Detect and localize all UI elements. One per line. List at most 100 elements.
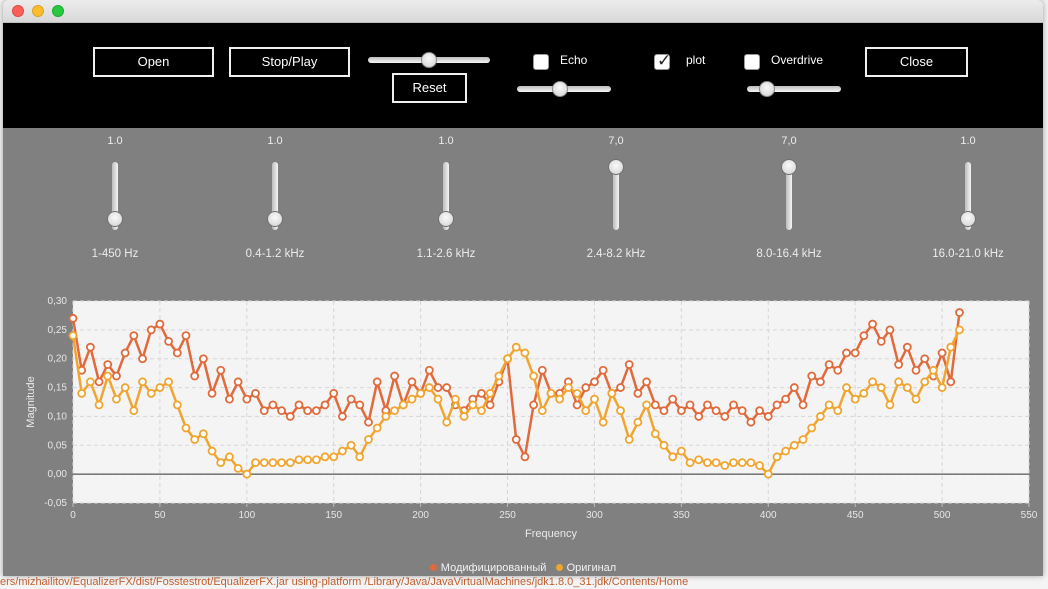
data-point — [798, 400, 808, 410]
data-point — [633, 388, 643, 398]
data-point — [703, 400, 712, 410]
eq-band-slider[interactable] — [781, 159, 797, 230]
chart-legend: Модифицированный Оригинал — [3, 562, 1043, 574]
data-point — [737, 458, 747, 468]
slider-thumb[interactable] — [267, 211, 283, 228]
data-point — [146, 325, 156, 335]
data-point — [868, 319, 877, 329]
overdrive-checkbox[interactable] — [744, 54, 760, 70]
data-point — [303, 406, 313, 416]
data-point — [364, 435, 373, 444]
overdrive-slider[interactable] — [747, 80, 841, 98]
data-point — [338, 412, 347, 421]
data-point — [537, 365, 547, 375]
plot-checkbox[interactable]: ✓ — [654, 51, 671, 70]
title-bar[interactable] — [3, 0, 1043, 23]
data-point — [511, 435, 521, 444]
zoom-window-icon[interactable] — [52, 5, 64, 17]
data-point — [450, 394, 460, 404]
data-point — [902, 383, 912, 392]
reset-button[interactable]: Reset — [392, 73, 467, 103]
data-point — [937, 348, 947, 358]
eq-band-slider[interactable] — [438, 162, 454, 230]
x-tick-label: 200 — [412, 510, 429, 521]
slider-thumb[interactable] — [438, 211, 454, 228]
data-point — [850, 348, 860, 358]
x-tick-label: 550 — [1021, 510, 1038, 521]
eq-band-value: 1.0 — [267, 135, 283, 147]
slider-thumb[interactable] — [107, 211, 123, 228]
slider-thumb[interactable] — [960, 211, 976, 228]
data-point — [781, 446, 791, 456]
eq-band-label: 8.0-16.4 kHz — [756, 248, 822, 260]
data-point — [68, 331, 78, 341]
volume-slider[interactable] — [368, 51, 490, 69]
eq-band-slider[interactable] — [267, 162, 283, 230]
data-point — [103, 371, 113, 381]
eq-band-value: 1.0 — [960, 135, 976, 147]
data-point — [650, 429, 660, 439]
data-point — [181, 423, 191, 433]
data-point — [285, 412, 295, 421]
slider-thumb[interactable] — [781, 159, 797, 176]
data-point — [138, 377, 147, 387]
eq-band-slider[interactable] — [608, 159, 624, 230]
close-window-icon[interactable] — [12, 5, 24, 17]
stop-play-button[interactable]: Stop/Play — [229, 47, 350, 77]
data-point — [511, 342, 521, 352]
data-point — [920, 377, 930, 387]
eq-band-slider[interactable] — [960, 162, 976, 230]
data-point — [242, 469, 252, 479]
data-point — [572, 400, 582, 410]
data-point — [207, 446, 217, 456]
close-button[interactable]: Close — [865, 47, 968, 77]
data-point — [112, 371, 121, 381]
legend-swatch-original — [555, 563, 563, 571]
data-point — [485, 400, 495, 410]
data-point — [598, 417, 608, 427]
data-point — [737, 406, 747, 416]
data-point — [259, 406, 269, 416]
toolbar: Open Stop/Play Reset Echo ✓ plot Overdri… — [3, 23, 1043, 128]
data-point — [720, 412, 730, 421]
data-point — [390, 371, 399, 381]
data-point — [172, 400, 182, 410]
x-tick-label: 0 — [70, 510, 76, 521]
data-point — [816, 377, 825, 387]
y-tick-label: 0,00 — [48, 469, 68, 480]
data-point — [642, 400, 651, 410]
open-button[interactable]: Open — [93, 47, 214, 77]
plot-label: plot — [686, 53, 706, 67]
slider-thumb[interactable] — [421, 52, 437, 68]
echo-checkbox[interactable] — [533, 54, 549, 70]
data-point — [781, 394, 791, 404]
data-point — [824, 360, 834, 369]
data-point — [902, 342, 912, 352]
data-point — [85, 342, 95, 352]
data-point — [850, 394, 860, 404]
slider-thumb[interactable] — [552, 81, 569, 97]
data-point — [842, 348, 851, 358]
data-point — [155, 319, 165, 329]
data-point — [129, 331, 139, 341]
eq-band-slider[interactable] — [107, 162, 123, 230]
data-point — [433, 383, 443, 392]
data-point — [868, 377, 877, 387]
x-tick-label: 350 — [673, 510, 690, 521]
equalizer-panel: 1.0 1-450 Hz 1.0 0.4-1.2 kHz 1.0 1.1-2.6 kHz 7… — [3, 128, 1043, 576]
data-point — [277, 458, 286, 468]
legend-swatch-modified — [429, 563, 437, 571]
minimize-window-icon[interactable] — [32, 5, 44, 17]
slider-thumb[interactable] — [758, 81, 775, 97]
data-point — [685, 458, 695, 468]
eq-band-label: 16.0-21.0 kHz — [932, 248, 1004, 260]
data-point — [311, 406, 321, 416]
data-point — [563, 383, 573, 392]
data-point — [259, 458, 269, 468]
slider-thumb[interactable] — [608, 159, 624, 176]
data-point — [624, 435, 634, 444]
data-point — [833, 406, 843, 416]
echo-slider[interactable] — [517, 80, 611, 98]
data-point — [668, 394, 678, 404]
data-point — [442, 417, 452, 427]
